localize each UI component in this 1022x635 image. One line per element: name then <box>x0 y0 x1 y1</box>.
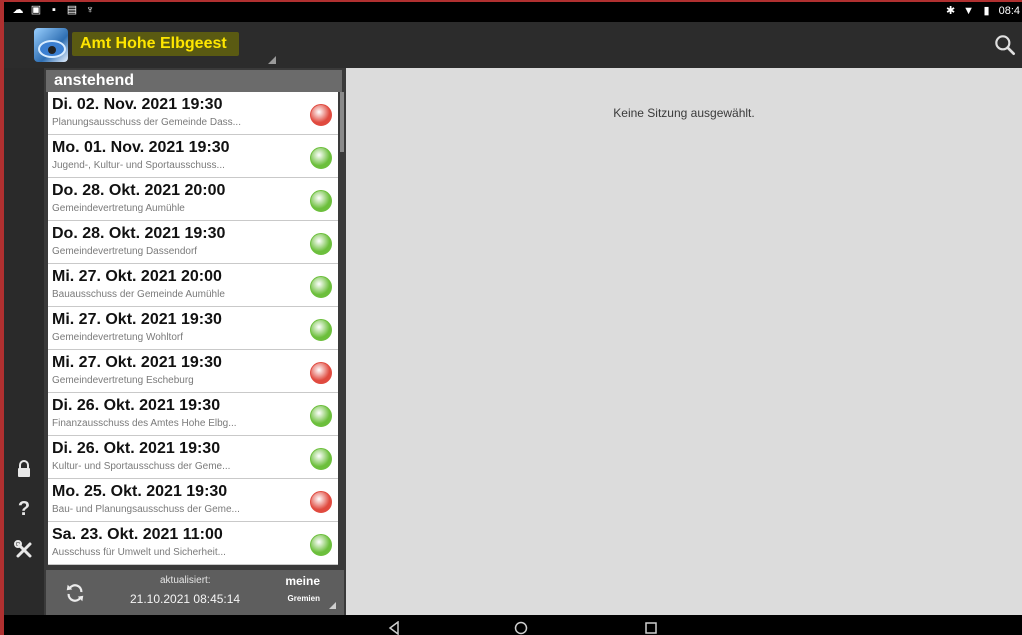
updated-label: aktualisiert: <box>160 575 211 586</box>
meeting-committee: Gemeindevertretung Aumühle <box>52 203 185 214</box>
detail-pane: Keine Sitzung ausgewählt. <box>346 68 1022 615</box>
meeting-date: Do. 28. Okt. 2021 20:00 <box>52 182 226 199</box>
status-dot-icon <box>310 491 332 513</box>
meeting-list-item[interactable]: Do. 28. Okt. 2021 20:00 Gemeindevertretun… <box>48 178 338 221</box>
video-icon: ▪ <box>52 4 56 16</box>
refresh-icon[interactable] <box>64 582 86 604</box>
pin-icon <box>48 46 56 54</box>
list-header: anstehend <box>46 70 342 92</box>
meeting-committee: Ausschuss für Umwelt und Sicherheit... <box>52 547 226 558</box>
tools-icon[interactable] <box>4 540 44 566</box>
meeting-list-item[interactable]: Di. 02. Nov. 2021 19:30 Planungsausschuss… <box>48 92 338 135</box>
list-footer: aktualisiert: 21.10.2021 08:45:14 meine … <box>46 570 344 615</box>
meeting-committee: Gemeindevertretung Dassendorf <box>52 246 198 257</box>
meeting-list-item[interactable]: Di. 26. Okt. 2021 19:30 Finanzausschuss d… <box>48 393 338 436</box>
meeting-date: Mo. 25. Okt. 2021 19:30 <box>52 483 228 500</box>
meeting-date: Mi. 27. Okt. 2021 19:30 <box>52 311 222 328</box>
side-rail: ? <box>4 68 44 615</box>
status-dot-icon <box>310 276 332 298</box>
status-dot-icon <box>310 233 332 255</box>
back-icon[interactable] <box>388 621 402 635</box>
meeting-date: Mo. 01. Nov. 2021 19:30 <box>52 139 230 156</box>
cloud-icon: ☁ <box>12 4 24 16</box>
meeting-committee: Jugend-, Kultur- und Sportausschuss... <box>52 160 225 171</box>
picture-icon: ▣ <box>30 4 42 16</box>
meeting-list-item[interactable]: Mi. 27. Okt. 2021 20:00 Bauausschuss der … <box>48 264 338 307</box>
meeting-list-pane: anstehend Di. 02. Nov. 2021 19:30 Planung… <box>44 68 346 615</box>
usb-icon: ♆ <box>85 4 95 16</box>
meeting-committee: Gemeindevertretung Wohltorf <box>52 332 183 343</box>
meeting-date: Di. 26. Okt. 2021 19:30 <box>52 397 221 414</box>
app-logo[interactable] <box>34 28 68 62</box>
meeting-date: Di. 02. Nov. 2021 19:30 <box>52 96 223 113</box>
wifi-icon: ▼ <box>963 5 975 17</box>
meeting-list-item[interactable]: Di. 26. Okt. 2021 19:30 Kultur- und Sport… <box>48 436 338 479</box>
meeting-committee: Bauausschuss der Gemeinde Aumühle <box>52 289 225 300</box>
meeting-committee: Gemeindevertretung Escheburg <box>52 375 194 386</box>
status-bar: ☁ ▣ ▪ ▤ ♆ ✱ ▼ ▮ 08:4 <box>4 2 1022 22</box>
lock-icon[interactable] <box>4 460 44 484</box>
meeting-list-item[interactable]: Sa. 23. Okt. 2021 11:00 Ausschuss für Umw… <box>48 522 338 565</box>
meeting-date: Sa. 23. Okt. 2021 11:00 <box>52 526 223 543</box>
updated-time: 21.10.2021 08:45:14 <box>130 592 241 606</box>
search-icon[interactable] <box>992 32 1018 58</box>
status-dot-icon <box>310 534 332 556</box>
meeting-date: Mi. 27. Okt. 2021 19:30 <box>52 354 222 371</box>
recents-icon[interactable] <box>644 621 658 635</box>
app-title-spinner[interactable]: Amt Hohe Elbgeest <box>72 32 239 56</box>
app-bar: Amt Hohe Elbgeest <box>4 22 1022 68</box>
battery-icon: ▮ <box>983 5 990 17</box>
system-nav-bar <box>4 615 1022 635</box>
meeting-list-item[interactable]: Do. 28. Okt. 2021 19:30 Gemeindevertretun… <box>48 221 338 264</box>
status-dot-icon <box>310 319 332 341</box>
empty-detail-message: Keine Sitzung ausgewählt. <box>613 106 755 120</box>
dropdown-indicator-icon <box>268 56 276 64</box>
bluetooth-icon: ✱ <box>945 5 956 17</box>
meeting-committee: Finanzausschuss des Amtes Hohe Elbg... <box>52 418 237 429</box>
app-title: Amt Hohe Elbgeest <box>80 35 227 52</box>
meeting-committee: Kultur- und Sportausschuss der Geme... <box>52 461 231 472</box>
meeting-date: Mi. 27. Okt. 2021 20:00 <box>52 268 222 285</box>
meeting-list: Di. 02. Nov. 2021 19:30 Planungsausschuss… <box>48 92 338 565</box>
meeting-list-item[interactable]: Mi. 27. Okt. 2021 19:30 Gemeindevertretun… <box>48 307 338 350</box>
filter-title[interactable]: meine <box>285 574 320 588</box>
meeting-committee: Planungsausschuss der Gemeinde Dass... <box>52 117 241 128</box>
meeting-date: Di. 26. Okt. 2021 19:30 <box>52 440 221 457</box>
meeting-list-item[interactable]: Mi. 27. Okt. 2021 19:30 Gemeindevertretun… <box>48 350 338 393</box>
status-dot-icon <box>310 448 332 470</box>
filter-dropdown-indicator-icon <box>329 602 336 609</box>
meeting-committee: Bau- und Planungsausschuss der Geme... <box>52 504 240 515</box>
list-scrollbar[interactable] <box>340 92 344 152</box>
meeting-list-item[interactable]: Mo. 25. Okt. 2021 19:30 Bau- und Planungs… <box>48 479 338 522</box>
status-dot-icon <box>310 104 332 126</box>
status-dot-icon <box>310 362 332 384</box>
help-icon[interactable]: ? <box>4 498 44 521</box>
meeting-date: Do. 28. Okt. 2021 19:30 <box>52 225 226 242</box>
status-dot-icon <box>310 405 332 427</box>
status-dot-icon <box>310 147 332 169</box>
status-dot-icon <box>310 190 332 212</box>
clock: 08:4 <box>998 5 1020 17</box>
home-icon[interactable] <box>514 621 528 635</box>
meeting-list-item[interactable]: Mo. 01. Nov. 2021 19:30 Jugend-, Kultur- … <box>48 135 338 178</box>
filter-subtitle[interactable]: Gremien <box>288 594 320 603</box>
mail-icon: ▤ <box>66 4 78 16</box>
help-glyph: ? <box>17 498 31 520</box>
